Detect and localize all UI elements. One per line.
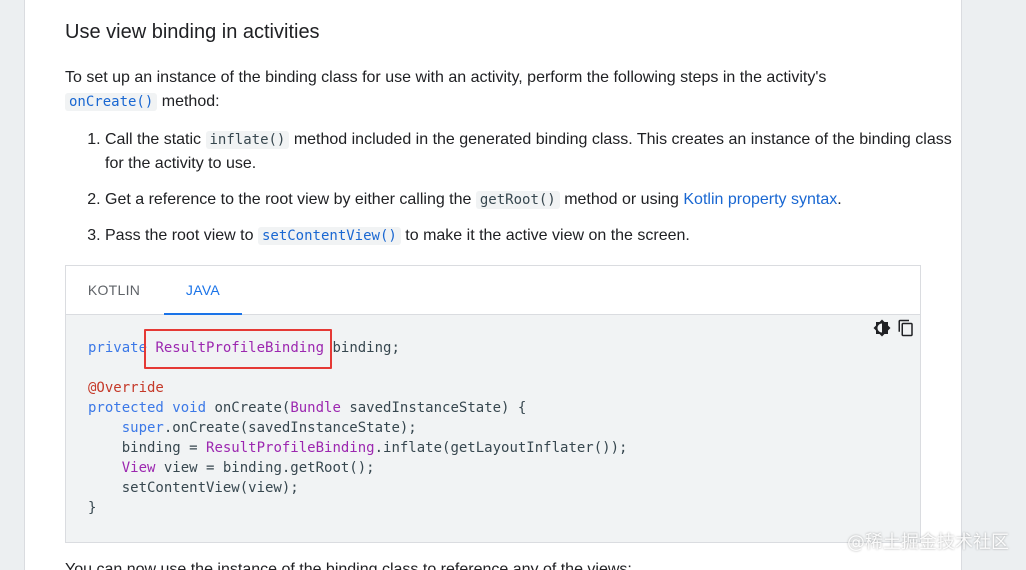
code-token: View: [121, 460, 156, 476]
watermark: @稀土掘金技术社区: [847, 532, 1009, 553]
step-text: Pass the root view to: [105, 227, 254, 244]
code-token: setContentView(view);: [121, 480, 299, 496]
step-item: Pass the root view to setContentView() t…: [105, 224, 961, 248]
code-token: ResultProfileBinding: [206, 440, 375, 456]
intro-tail: method:: [161, 93, 220, 110]
intro-paragraph: To set up an instance of the binding cla…: [65, 66, 921, 114]
code-token: .onCreate(savedInstanceState);: [163, 420, 417, 436]
step-text: .: [837, 191, 842, 208]
code-sample: KOTLIN JAVA private ResultProfileBinding…: [65, 265, 921, 543]
code-token: }: [88, 500, 97, 516]
section-heading: Use view binding in activities: [65, 21, 320, 43]
kotlin-property-syntax-link[interactable]: Kotlin property syntax: [683, 191, 837, 208]
theme-toggle-icon[interactable]: [872, 318, 892, 338]
code-token: super: [121, 420, 164, 436]
copy-icon[interactable]: [896, 318, 916, 338]
code-token: void: [172, 400, 207, 416]
step-item: Call the static inflate() method include…: [105, 128, 961, 176]
language-tabs: KOTLIN JAVA: [66, 266, 920, 315]
step-text: Get a reference to the root view by eith…: [105, 191, 472, 208]
content-card: Use view binding in activities To set up…: [24, 0, 962, 570]
code-token: onCreate(: [214, 400, 291, 416]
code-toolbar: [872, 318, 916, 338]
highlight-annotation-box: [144, 329, 332, 369]
code-token: Bundle: [290, 400, 341, 416]
code-token: binding;: [332, 340, 400, 356]
step-text: to make it the active view on the screen…: [405, 227, 690, 244]
code-token: .inflate(getLayoutInflater());: [374, 440, 628, 456]
oncreate-code-link[interactable]: onCreate(): [65, 93, 158, 111]
intro-text: To set up an instance of the binding cla…: [65, 69, 827, 86]
step-item: Get a reference to the root view by eith…: [105, 188, 961, 212]
step-text: method or using: [564, 191, 679, 208]
inflate-code: inflate(): [205, 131, 290, 149]
tab-java[interactable]: JAVA: [164, 266, 242, 315]
code-token: view = binding.getRoot();: [163, 460, 375, 476]
code-token: savedInstanceState) {: [349, 400, 527, 416]
code-token: private: [88, 340, 148, 356]
code-token: @Override: [88, 380, 164, 396]
step-text: Call the static: [105, 131, 202, 148]
tab-kotlin[interactable]: KOTLIN: [74, 266, 154, 314]
steps-list: Call the static inflate() method include…: [65, 128, 961, 260]
code-token: protected: [88, 400, 164, 416]
following-paragraph: You can now use the instance of the bind…: [65, 561, 632, 570]
code-token: binding =: [121, 440, 207, 456]
setcontentview-code-link[interactable]: setContentView(): [257, 227, 401, 245]
getroot-code: getRoot(): [475, 191, 560, 209]
